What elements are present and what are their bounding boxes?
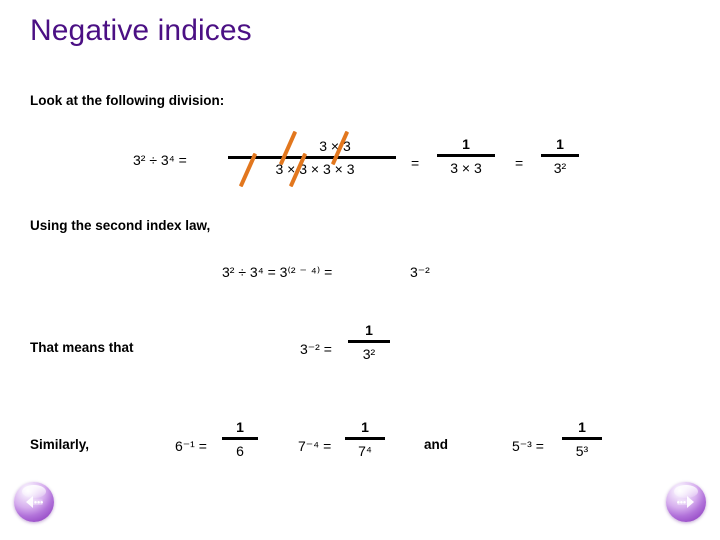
- dots-triangle-right-icon: [677, 496, 694, 508]
- next-slide-button[interactable]: [666, 482, 706, 522]
- means-that-fraction: 1 3²: [348, 322, 390, 363]
- means-that-label: That means that: [30, 340, 134, 355]
- fraction-numerator: 1: [578, 419, 586, 435]
- similarly-item-1-lhs: 7⁻⁴ =: [298, 438, 332, 454]
- similarly-item-2-lhs: 5⁻³ =: [512, 438, 544, 454]
- result-fraction-1: 1 3 × 3: [437, 136, 495, 177]
- result-fraction-2: 1 3²: [541, 136, 579, 177]
- fraction-numerator: 1: [236, 419, 244, 435]
- similarly-label: Similarly,: [30, 437, 90, 452]
- fraction-numerator: 1: [462, 136, 470, 152]
- similarly-item-2-fraction: 1 5³: [562, 419, 602, 460]
- fraction-numerator: 1: [361, 419, 369, 435]
- index-law-result: 3⁻²: [410, 264, 430, 280]
- index-law-expression: 3² ÷ 3⁴ = 3⁽² ⁻ ⁴⁾ =: [222, 264, 333, 280]
- fraction-denominator: 5³: [575, 443, 589, 459]
- equals-sign-2: =: [515, 155, 524, 171]
- means-that-lhs: 3⁻² =: [300, 341, 332, 357]
- fraction-numerator: 1: [365, 322, 373, 338]
- fraction-denominator: 7⁴: [358, 443, 372, 459]
- fraction-denominator: 6: [236, 443, 244, 459]
- similarly-item-0-lhs: 6⁻¹ =: [175, 438, 207, 454]
- fraction-numerator: 1: [556, 136, 564, 152]
- triangle-left-dots-icon: [26, 496, 43, 508]
- index-law-heading: Using the second index law,: [30, 218, 211, 233]
- fraction-denominator: 3²: [553, 160, 567, 176]
- similarly-item-0-fraction: 1 6: [222, 419, 258, 460]
- previous-slide-button[interactable]: [14, 482, 54, 522]
- similarly-item-1-fraction: 1 7⁴: [345, 419, 385, 460]
- intro-text: Look at the following division:: [30, 93, 225, 108]
- fraction-denominator: 3²: [362, 346, 376, 362]
- similarly-conjunction: and: [424, 437, 449, 452]
- fraction-denominator: 3 × 3: [450, 160, 482, 176]
- cancelling-fraction: 3 × 3 3 × 3 × 3 × 3: [228, 130, 396, 188]
- page-title: Negative indices: [30, 14, 252, 47]
- equals-sign-1: =: [411, 155, 420, 171]
- slide-canvas: Negative indices Look at the following d…: [0, 0, 720, 540]
- division-lhs: 3² ÷ 3⁴ =: [133, 152, 187, 168]
